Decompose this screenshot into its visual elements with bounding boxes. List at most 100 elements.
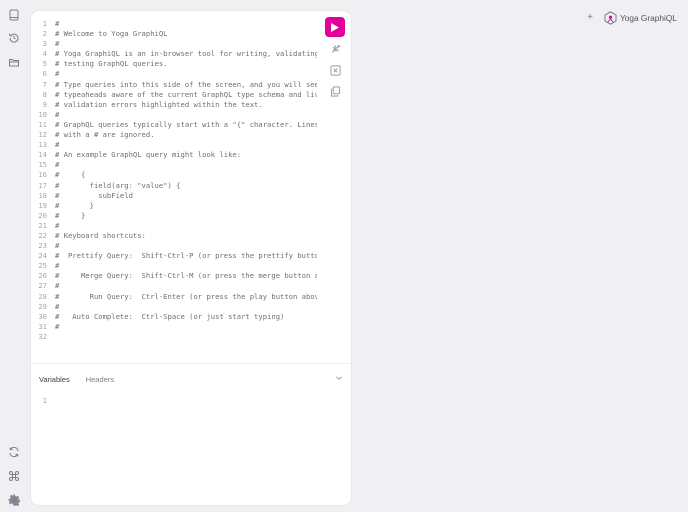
line-text: # Merge Query: Shift-Ctrl-M (or press th… bbox=[55, 271, 317, 281]
line-text: # bbox=[55, 109, 60, 119]
code-line[interactable]: 13 # bbox=[31, 140, 321, 150]
code-line[interactable]: 2 # Welcome to Yoga GraphiQL bbox=[31, 29, 321, 39]
line-number: 9 bbox=[42, 99, 47, 109]
code-line[interactable]: 20 # } bbox=[31, 211, 321, 221]
line-text: # subField bbox=[55, 190, 133, 200]
editor-tools-tabs: Variables Headers bbox=[39, 370, 114, 388]
code-line[interactable]: 14 # An example GraphQL query might look … bbox=[31, 150, 321, 160]
line-text: # field(arg: "value") { bbox=[55, 180, 181, 190]
merge-icon bbox=[330, 65, 340, 75]
code-line[interactable]: 16 # { bbox=[31, 170, 321, 180]
code-line[interactable]: 10 # bbox=[31, 110, 321, 120]
prettify-button[interactable] bbox=[329, 43, 341, 55]
line-text: # Welcome to Yoga GraphiQL bbox=[55, 29, 168, 39]
code-line[interactable]: 15 # bbox=[31, 160, 321, 170]
code-line[interactable]: 22 # Keyboard shortcuts: bbox=[31, 231, 321, 241]
code-line[interactable]: 12 # with a # are ignored. bbox=[31, 130, 321, 140]
line-text: # } bbox=[55, 210, 86, 220]
logo-text: Yoga GraphiQL bbox=[620, 13, 677, 23]
line-text: # bbox=[55, 220, 60, 230]
sidebar bbox=[0, 0, 28, 512]
query-editor[interactable]: 1 #2 # Welcome to Yoga GraphiQL 3 #4 # Yoga G… bbox=[31, 11, 351, 363]
line-number: 6 bbox=[42, 69, 47, 79]
line-text: # bbox=[55, 321, 60, 331]
line-number: 1 bbox=[42, 19, 47, 28]
variables-editor[interactable]: 1 bbox=[31, 396, 351, 496]
line-number: 11 bbox=[38, 119, 47, 129]
line-text: # bbox=[55, 281, 60, 291]
code-line[interactable]: 23 # bbox=[31, 241, 321, 251]
variables-line[interactable]: 1 bbox=[31, 396, 351, 405]
line-number: 21 bbox=[38, 220, 47, 230]
line-text: # bbox=[55, 301, 60, 311]
run-button[interactable] bbox=[325, 17, 345, 37]
code-line[interactable]: 1 # bbox=[31, 19, 321, 29]
line-number: 26 bbox=[38, 271, 47, 281]
line-number: 15 bbox=[38, 160, 47, 170]
code-line[interactable]: 21 # bbox=[31, 221, 321, 231]
shortcuts-icon[interactable] bbox=[7, 469, 21, 483]
line-text: # testing GraphQL queries. bbox=[55, 59, 168, 69]
chevron-down-icon bbox=[336, 376, 342, 380]
add-tab-button[interactable]: + bbox=[584, 11, 596, 25]
code-line[interactable]: 24 # Prettify Query: Shift-Ctrl-P (or pre… bbox=[31, 251, 321, 261]
code-line[interactable]: 9 # validation errors highlighted within … bbox=[31, 100, 321, 110]
line-text: # bbox=[55, 69, 60, 79]
line-number: 2 bbox=[42, 29, 47, 39]
line-number: 16 bbox=[38, 170, 47, 180]
logo: Yoga GraphiQL bbox=[604, 10, 677, 26]
code-line[interactable]: 18 # subField bbox=[31, 191, 321, 201]
refetch-schema-icon[interactable] bbox=[7, 445, 21, 459]
line-text: # GraphQL queries typically start with a… bbox=[55, 119, 317, 129]
line-number: 27 bbox=[38, 281, 47, 291]
line-text: # Run Query: Ctrl-Enter (or press the pl… bbox=[55, 291, 317, 301]
code-line[interactable]: 11 # GraphQL queries typically start with… bbox=[31, 120, 321, 130]
toggle-editor-tools-button[interactable] bbox=[333, 372, 345, 384]
code-line[interactable]: 4 # Yoga GraphiQL is an in-browser tool f… bbox=[31, 49, 321, 59]
code-line[interactable]: 7 # Type queries into this side of the sc… bbox=[31, 80, 321, 90]
line-number: 8 bbox=[42, 89, 47, 99]
line-text bbox=[47, 396, 55, 405]
line-number: 30 bbox=[38, 311, 47, 321]
code-line[interactable]: 17 # field(arg: "value") { bbox=[31, 181, 321, 191]
tab-headers[interactable]: Headers bbox=[86, 375, 114, 384]
line-text: # { bbox=[55, 170, 86, 180]
line-number: 14 bbox=[38, 150, 47, 160]
line-text: # bbox=[55, 39, 60, 49]
line-number: 23 bbox=[38, 241, 47, 251]
explorer-icon[interactable] bbox=[7, 55, 21, 69]
line-number: 10 bbox=[38, 109, 47, 119]
code-line[interactable]: 27 # bbox=[31, 281, 321, 291]
line-number: 5 bbox=[42, 59, 47, 69]
line-number: 12 bbox=[38, 130, 47, 140]
line-text: # Keyboard shortcuts: bbox=[55, 230, 146, 240]
tab-variables[interactable]: Variables bbox=[39, 375, 70, 384]
code-line[interactable]: 31 # bbox=[31, 322, 321, 332]
code-line[interactable]: 6 # bbox=[31, 69, 321, 79]
line-number: 3 bbox=[42, 39, 47, 49]
editor-session: 1 #2 # Welcome to Yoga GraphiQL 3 #4 # Yoga G… bbox=[31, 11, 351, 505]
code-line[interactable]: 28 # Run Query: Ctrl-Enter (or press the … bbox=[31, 292, 321, 302]
copy-button[interactable] bbox=[329, 85, 341, 97]
code-line[interactable]: 26 # Merge Query: Shift-Ctrl-M (or press … bbox=[31, 271, 321, 281]
code-line[interactable]: 5 # testing GraphQL queries. bbox=[31, 59, 321, 69]
code-line[interactable]: 25 # bbox=[31, 261, 321, 271]
code-line[interactable]: 3 # bbox=[31, 39, 321, 49]
line-text bbox=[47, 332, 317, 342]
history-icon[interactable] bbox=[7, 31, 21, 45]
line-number: 17 bbox=[38, 180, 47, 190]
code-line[interactable]: 30 # Auto Complete: Ctrl-Space (or just s… bbox=[31, 312, 321, 322]
response-panel bbox=[356, 11, 680, 505]
line-number: 29 bbox=[38, 301, 47, 311]
code-line[interactable]: 19 # } bbox=[31, 201, 321, 211]
settings-icon[interactable] bbox=[7, 493, 21, 507]
merge-button[interactable] bbox=[329, 64, 341, 76]
code-line[interactable]: 8 # typeaheads aware of the current Graph… bbox=[31, 90, 321, 100]
docs-icon[interactable] bbox=[7, 8, 21, 22]
code-line[interactable]: 29 # bbox=[31, 302, 321, 312]
line-number: 20 bbox=[38, 210, 47, 220]
line-text: # bbox=[55, 160, 60, 170]
query-editor-code[interactable]: 1 #2 # Welcome to Yoga GraphiQL 3 #4 # Yoga G… bbox=[31, 19, 321, 342]
code-line[interactable]: 32 bbox=[31, 332, 321, 342]
line-number: 7 bbox=[42, 79, 47, 89]
